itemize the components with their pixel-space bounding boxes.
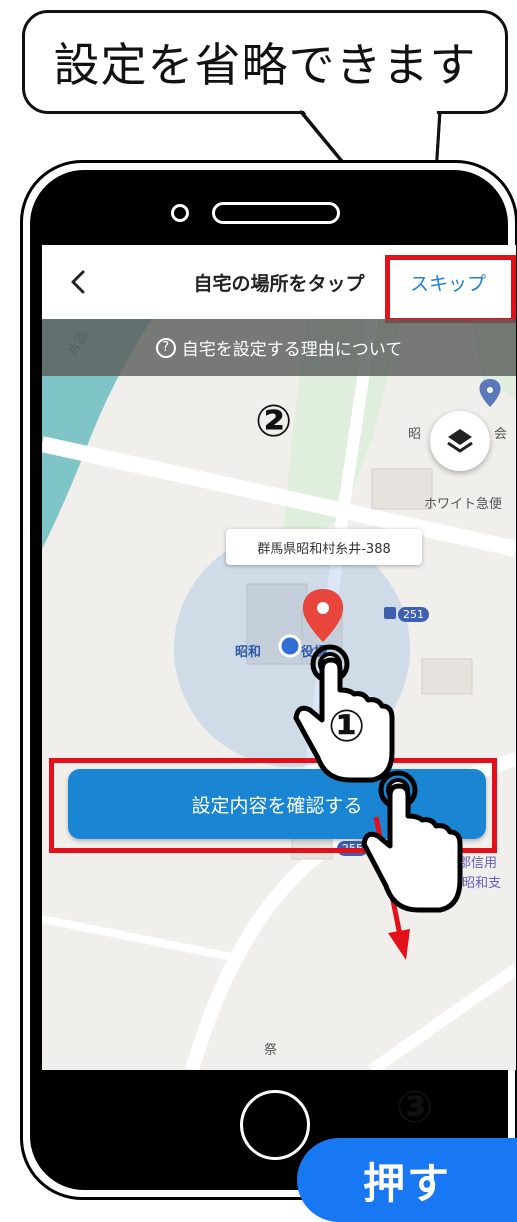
info-bar-text: 自宅を設定する理由について [181, 340, 403, 360]
tap-hand-icon [361, 770, 463, 913]
map-label-building2: 会 [494, 427, 508, 442]
help-icon: ? [155, 337, 176, 358]
press-label: 押す [297, 1138, 517, 1222]
map-label-white-express: ホワイト急便 [424, 497, 503, 512]
layers-button[interactable] [430, 411, 490, 471]
road-badge-251: 251 [398, 607, 429, 622]
skip-highlight-box [385, 255, 516, 323]
info-bar[interactable]: ? 自宅を設定する理由について [42, 319, 516, 376]
app-screen: 片品 昭 会 ホワイト急便 昭和 役場 利根郡信用 金庫 昭和支 祭 251 2… [42, 245, 516, 1070]
camera-icon [171, 204, 189, 222]
step-3-marker: ③ [396, 1082, 434, 1133]
callout-text: 設定を省略できます [53, 38, 477, 92]
layers-icon [447, 429, 473, 453]
map-label-bottom: 祭 [264, 1043, 278, 1058]
step-2-marker: ② [255, 396, 293, 447]
step-1-marker: ① [328, 701, 366, 752]
address-tooltip: 群馬県昭和村糸井-388 [226, 529, 422, 565]
map-label-office: 昭和 [235, 645, 262, 660]
map-label-building: 昭 [408, 427, 422, 442]
speaker-slot [212, 202, 340, 224]
home-button[interactable] [240, 1090, 310, 1160]
